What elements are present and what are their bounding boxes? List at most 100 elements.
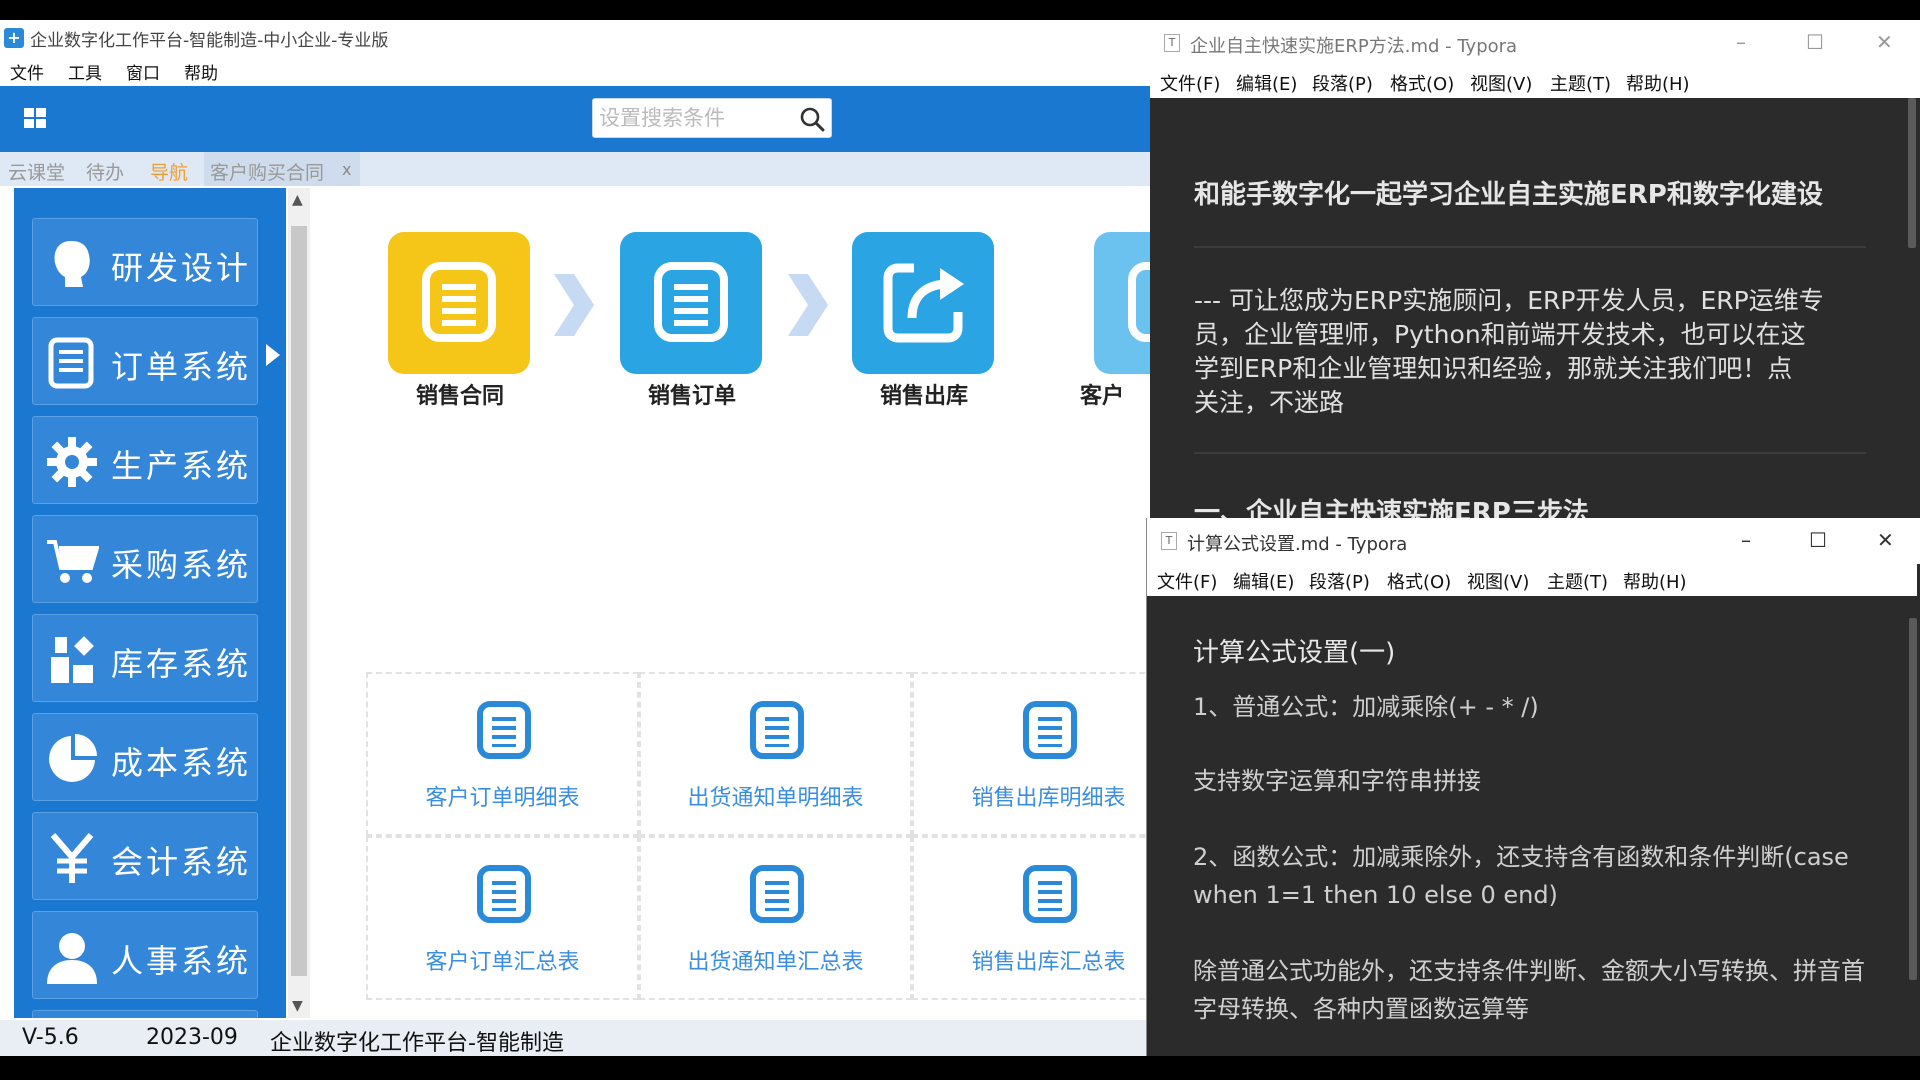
minimize-icon[interactable]: – xyxy=(1736,30,1746,54)
report-customer-order-detail[interactable]: 客户订单明细表 xyxy=(366,672,639,836)
menu-format[interactable]: 格式(O) xyxy=(1387,568,1451,594)
doc-heading: 计算公式设置(一) xyxy=(1193,638,1396,668)
scroll-up-icon[interactable]: ▲ xyxy=(292,192,303,208)
menu-view[interactable]: 视图(V) xyxy=(1470,70,1532,96)
sidebar-item-label: 人事系统 xyxy=(111,942,252,980)
minimize-icon[interactable]: – xyxy=(1741,528,1751,552)
windows-logo-icon[interactable] xyxy=(24,108,48,130)
sidebar-expand-arrow-icon[interactable] xyxy=(266,344,280,366)
menu-window[interactable]: 窗口 xyxy=(126,59,160,84)
sidebar-item-more[interactable] xyxy=(32,1010,258,1018)
search-input[interactable] xyxy=(599,103,789,133)
sidebar-item-order[interactable]: 订单系统 xyxy=(32,317,258,405)
menu-help[interactable]: 帮助(H) xyxy=(1623,568,1687,594)
shopping-cart-icon xyxy=(47,540,99,583)
menu-file[interactable]: 文件(F) xyxy=(1157,568,1217,594)
sidebar-item-inventory[interactable]: 库存系统 xyxy=(32,614,258,702)
chevron-right-icon xyxy=(554,274,594,336)
typora-app-icon: T xyxy=(1161,532,1177,550)
doc-heading: 和能手数字化一起学习企业自主实施ERP和数字化建设 xyxy=(1194,180,1823,210)
sidebar-item-label: 会计系统 xyxy=(111,843,252,881)
flow-label: 销售订单 xyxy=(647,384,736,409)
typora-editor[interactable]: 和能手数字化一起学习企业自主实施ERP和数字化建设 --- 可让您成为ERP实施… xyxy=(1150,98,1920,520)
typora-menubar: 文件(F) 编辑(E) 段落(P) 格式(O) 视图(V) 主题(T) 帮助(H… xyxy=(1147,564,1917,596)
flow-sales-contract[interactable] xyxy=(388,232,530,374)
report-sales-outbound-detail[interactable]: 销售出库明细表 xyxy=(912,672,1150,836)
report-label: 销售出库汇总表 xyxy=(971,950,1126,975)
report-label: 客户订单汇总表 xyxy=(425,950,580,975)
status-date: 2023-09 xyxy=(146,1025,238,1050)
scrollbar-thumb[interactable] xyxy=(1909,618,1917,980)
scrollbar-thumb[interactable] xyxy=(291,226,307,976)
status-version: V-5.6 xyxy=(22,1025,79,1050)
erp-titlebar: + 企业数字化工作平台-智能制造-中小企业-专业版 xyxy=(0,20,1150,56)
sidebar-scrollbar[interactable]: ▲ ▼ xyxy=(288,188,310,1018)
tab-customer-contract[interactable]: 客户购买合同 xyxy=(210,158,324,185)
erp-window: + 企业数字化工作平台-智能制造-中小企业-专业版 文件 工具 窗口 帮助 云课… xyxy=(0,20,1150,1056)
report-label: 出货通知单明细表 xyxy=(687,786,864,811)
report-delivery-notice-summary[interactable]: 出货通知单汇总表 xyxy=(639,836,912,1000)
user-icon xyxy=(47,933,97,984)
menu-edit[interactable]: 编辑(E) xyxy=(1236,70,1297,96)
menu-theme[interactable]: 主题(T) xyxy=(1550,70,1611,96)
document-list-icon xyxy=(750,865,804,923)
document-list-icon xyxy=(477,865,531,923)
status-platform: 企业数字化工作平台-智能制造 xyxy=(270,1031,564,1056)
maximize-icon[interactable]: ☐ xyxy=(1809,528,1827,552)
tab-cloud-classroom[interactable]: 云课堂 xyxy=(8,158,65,185)
document-list-icon xyxy=(422,262,496,342)
close-icon[interactable]: ✕ xyxy=(1877,528,1894,552)
sidebar-item-label: 生产系统 xyxy=(111,447,252,485)
typora-titlebar: T 计算公式设置.md - Typora – ☐ ✕ xyxy=(1147,518,1920,564)
share-export-icon xyxy=(883,263,964,343)
menu-view[interactable]: 视图(V) xyxy=(1467,568,1529,594)
search-icon[interactable] xyxy=(799,106,825,132)
sidebar-item-label: 研发设计 xyxy=(111,249,252,287)
maximize-icon[interactable]: ☐ xyxy=(1806,30,1824,54)
document-list-icon xyxy=(1128,262,1150,342)
menu-help[interactable]: 帮助 xyxy=(184,59,218,84)
sidebar-item-label: 库存系统 xyxy=(111,645,252,683)
tab-navigation[interactable]: 导航 xyxy=(150,158,188,185)
doc-section-heading: 一、企业自主快速实施ERP三步法 xyxy=(1194,498,1589,520)
menu-file[interactable]: 文件(F) xyxy=(1160,70,1220,96)
scroll-down-icon[interactable]: ▼ xyxy=(292,998,303,1014)
menu-file[interactable]: 文件 xyxy=(10,59,44,84)
menu-edit[interactable]: 编辑(E) xyxy=(1233,568,1294,594)
sidebar-item-hr[interactable]: 人事系统 xyxy=(32,911,258,999)
report-customer-order-summary[interactable]: 客户订单汇总表 xyxy=(366,836,639,1000)
menu-paragraph[interactable]: 段落(P) xyxy=(1309,568,1370,594)
menu-tools[interactable]: 工具 xyxy=(68,59,102,84)
typora-window-title: 计算公式设置.md - Typora xyxy=(1187,534,1408,555)
report-delivery-notice-detail[interactable]: 出货通知单明细表 xyxy=(639,672,912,836)
tab-close-icon[interactable]: x xyxy=(342,160,351,179)
gear-icon xyxy=(47,437,97,487)
tab-todo[interactable]: 待办 xyxy=(86,158,124,185)
menu-help[interactable]: 帮助(H) xyxy=(1626,70,1690,96)
menu-format[interactable]: 格式(O) xyxy=(1390,70,1454,96)
doc-paragraph: 1、普通公式：加减乘除(+ - * /) xyxy=(1193,693,1539,721)
sidebar-item-production[interactable]: 生产系统 xyxy=(32,416,258,504)
menu-theme[interactable]: 主题(T) xyxy=(1547,568,1608,594)
typora-menubar: 文件(F) 编辑(E) 段落(P) 格式(O) 视图(V) 主题(T) 帮助(H… xyxy=(1150,66,1920,98)
typora-editor[interactable]: 计算公式设置(一) 1、普通公式：加减乘除(+ - * /) 支持数字运算和字符… xyxy=(1147,596,1920,1056)
flow-label: 销售出库 xyxy=(879,384,968,409)
erp-status-bar: V-5.6 2023-09 企业数字化工作平台-智能制造 xyxy=(0,1020,1150,1056)
sidebar-item-rd-design[interactable]: 研发设计 xyxy=(32,218,258,306)
close-icon[interactable]: ✕ xyxy=(1876,30,1893,54)
report-sales-outbound-summary[interactable]: 销售出库汇总表 xyxy=(912,836,1150,1000)
sidebar-item-cost[interactable]: 成本系统 xyxy=(32,713,258,801)
sidebar-item-label: 订单系统 xyxy=(111,348,252,386)
pie-chart-icon xyxy=(49,734,97,782)
sidebar-item-purchase[interactable]: 采购系统 xyxy=(32,515,258,603)
sidebar-item-accounting[interactable]: 会计系统 xyxy=(32,812,258,900)
flow-customer[interactable] xyxy=(1094,232,1150,374)
scrollbar-thumb[interactable] xyxy=(1908,98,1916,248)
menu-paragraph[interactable]: 段落(P) xyxy=(1312,70,1373,96)
divider xyxy=(1194,246,1866,248)
document-list-icon xyxy=(750,701,804,759)
flow-sales-outbound[interactable] xyxy=(852,232,994,374)
doc-paragraph: 除普通公式功能外，还支持条件判断、金额大小写转换、拼音首 字母转换、各种内置函数… xyxy=(1193,957,1865,1023)
flow-sales-order[interactable] xyxy=(620,232,762,374)
typora-window-title: 企业自主快速实施ERP方法.md - Typora xyxy=(1190,36,1518,57)
